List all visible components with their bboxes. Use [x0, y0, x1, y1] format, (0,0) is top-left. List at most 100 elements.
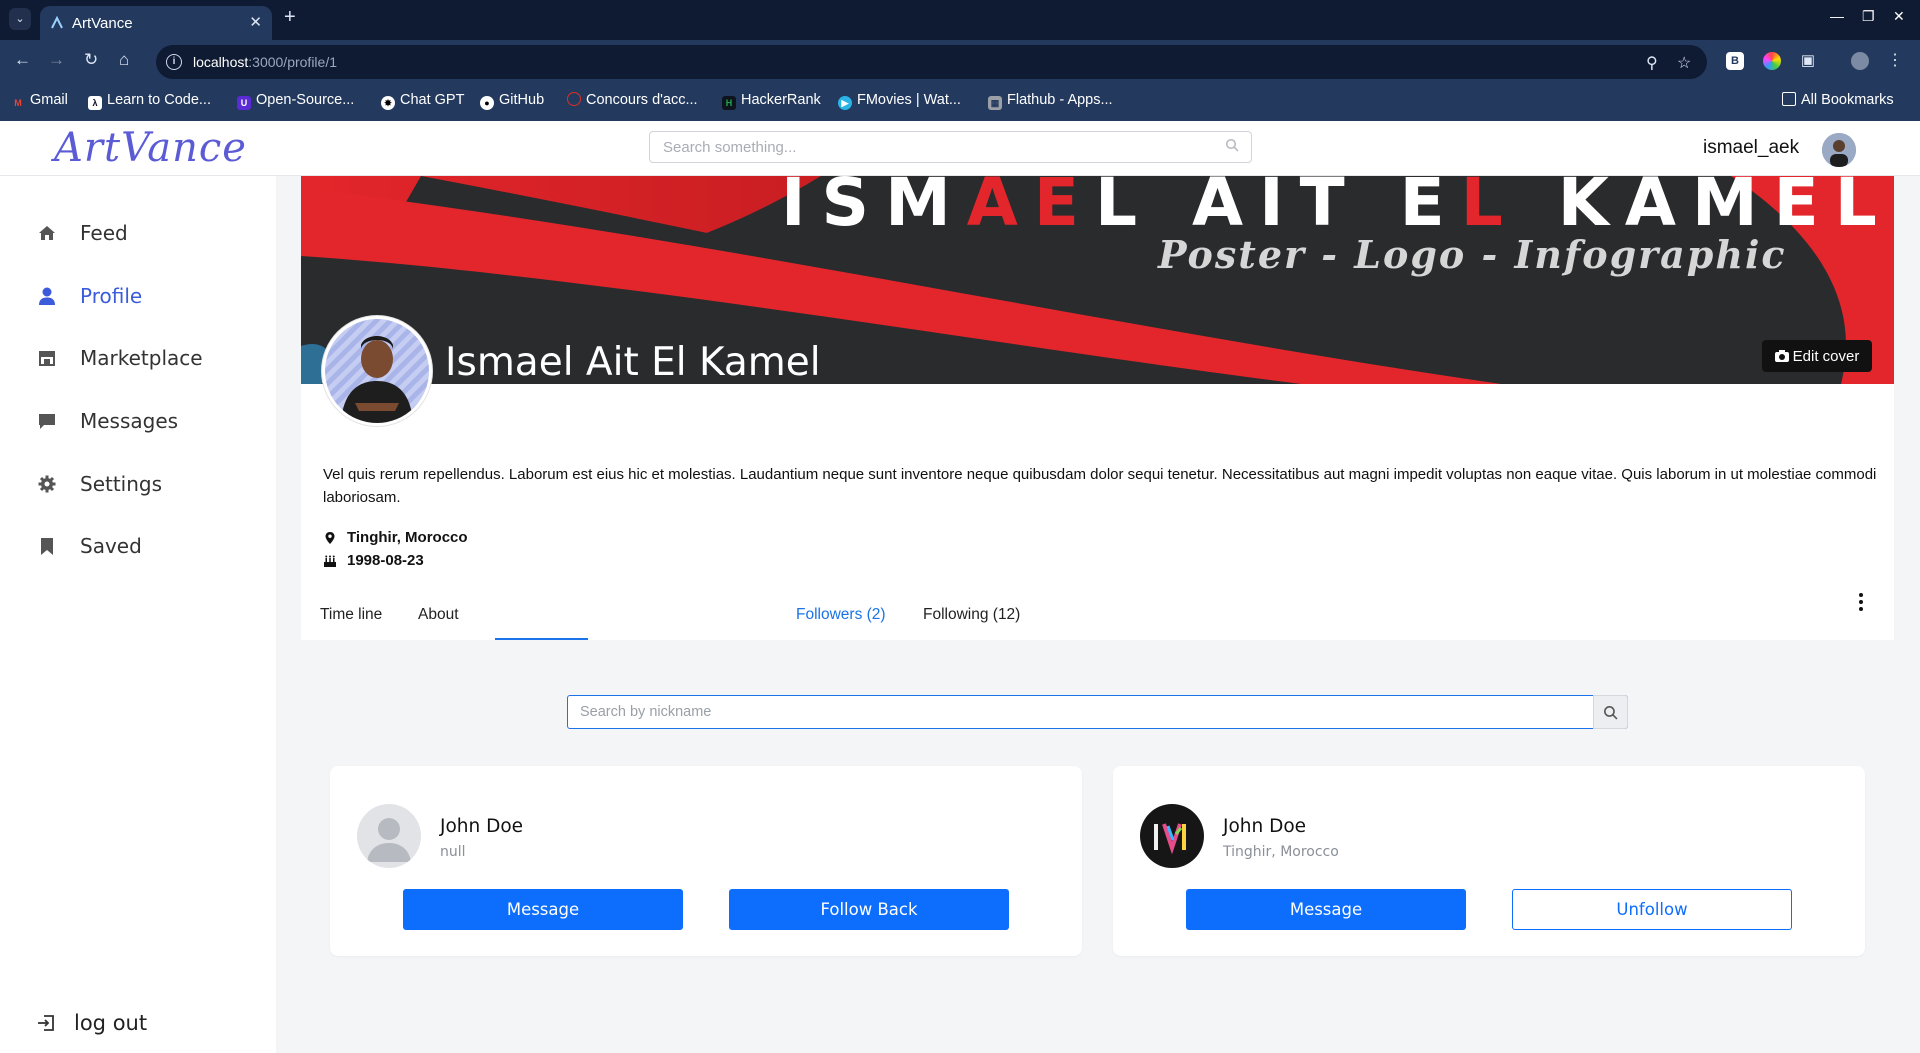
follower-avatar[interactable] — [1140, 804, 1204, 868]
tab-close-icon[interactable]: ✕ — [249, 13, 262, 31]
extension-b-icon[interactable]: B — [1726, 52, 1744, 70]
bookmark-fmovies[interactable]: ▶ FMovies | Wat... — [838, 92, 961, 110]
browser-toolbar: ← → ↻ ⌂ i localhost:3000/profile/1 ⚲ ☆ B… — [0, 40, 1920, 83]
logout-button[interactable]: log out — [36, 1011, 147, 1035]
monogram-avatar-icon — [1140, 804, 1204, 868]
sidebar-item-feed[interactable]: Feed — [36, 218, 128, 248]
sidebar-item-profile[interactable]: Profile — [36, 281, 142, 311]
follower-card: John Doe Tinghir, Morocco Message Unfoll… — [1113, 766, 1865, 956]
sidebar-item-messages[interactable]: Messages — [36, 406, 178, 436]
followers-search[interactable] — [567, 695, 1628, 729]
profile-location: Tinghir, Morocco — [323, 529, 468, 546]
chatgpt-icon: ✸ — [381, 96, 395, 110]
logout-label: log out — [74, 1011, 148, 1035]
home-button-icon[interactable]: ⌂ — [119, 50, 129, 70]
unfollow-button[interactable]: Unfollow — [1512, 889, 1792, 930]
bookmark-open-source[interactable]: U Open-Source... — [237, 92, 354, 110]
location-pin-icon — [325, 531, 335, 544]
url-text[interactable]: localhost:3000/profile/1 — [193, 54, 337, 70]
sidebar-item-label: Messages — [80, 409, 179, 433]
message-button[interactable]: Message — [403, 889, 683, 930]
tab-title: ArtVance — [72, 15, 133, 32]
tab-following[interactable]: Following (12) — [923, 606, 1020, 624]
sidebar-item-label: Marketplace — [80, 346, 203, 370]
window-close-icon[interactable]: ✕ — [1893, 8, 1905, 25]
logout-icon — [38, 1015, 54, 1031]
follow-back-button[interactable]: Follow Back — [729, 889, 1009, 930]
more-options-icon[interactable] — [1855, 591, 1867, 613]
bookmark-github[interactable]: ● GitHub — [480, 92, 544, 110]
search-icon[interactable] — [1225, 138, 1239, 152]
bookmark-flathub[interactable]: ▦ Flathub - Apps... — [988, 92, 1113, 110]
bookmark-freecodecamp[interactable]: λ Learn to Code... — [88, 92, 211, 110]
store-icon — [39, 351, 55, 366]
follower-card: John Doe null Message Follow Back — [330, 766, 1082, 956]
followers-search-button[interactable] — [1593, 695, 1628, 729]
reload-icon[interactable]: ↻ — [84, 50, 98, 70]
sidebar-item-marketplace[interactable]: Marketplace — [36, 343, 203, 373]
home-icon — [39, 226, 55, 240]
bookmark-concours[interactable]: Concours d'acc... — [567, 92, 698, 108]
back-icon[interactable]: ← — [14, 50, 31, 70]
sidebar-item-label: Feed — [80, 221, 128, 245]
profile-photo-icon — [325, 319, 429, 423]
browser-tab-strip: ⌄ ArtVance ✕ + — ❐ ✕ — [0, 0, 1920, 40]
hackerrank-icon: H — [722, 96, 736, 110]
extensions-puzzle-icon[interactable]: ▣ — [1799, 52, 1817, 70]
restore-icon[interactable]: ❐ — [1862, 8, 1875, 25]
active-tab-indicator — [495, 638, 588, 640]
browser-tab[interactable]: ArtVance ✕ — [40, 6, 272, 40]
artvance-logo[interactable]: ArtVance — [54, 125, 247, 171]
profile-avatar[interactable] — [322, 316, 432, 426]
all-bookmarks[interactable]: All Bookmarks — [1782, 92, 1894, 108]
bookmarks-bar: M Gmail λ Learn to Code... U Open-Source...… — [0, 83, 1920, 121]
forward-icon[interactable]: → — [48, 50, 65, 70]
site-info-icon[interactable]: i — [166, 54, 182, 70]
tab-followers[interactable]: Followers (2) — [796, 606, 886, 624]
tab-timeline[interactable]: Time line — [320, 606, 382, 624]
fmovies-icon: ▶ — [838, 96, 852, 110]
user-photo-icon — [1822, 133, 1856, 167]
search-icon — [1604, 705, 1618, 719]
color-picker-extension-icon[interactable] — [1763, 52, 1781, 70]
follower-name[interactable]: John Doe — [1223, 816, 1306, 837]
tab-search-button[interactable]: ⌄ — [9, 8, 31, 30]
follower-location: Tinghir, Morocco — [1223, 844, 1339, 860]
header-avatar[interactable] — [1822, 133, 1856, 167]
sidebar-item-saved[interactable]: Saved — [36, 531, 142, 561]
message-button[interactable]: Message — [1186, 889, 1466, 930]
cover-subtitle: Poster - Logo - Infographic — [1158, 232, 1787, 277]
followers-search-input[interactable] — [568, 696, 1627, 728]
profile-avatar-icon[interactable] — [1851, 52, 1869, 70]
minimize-icon[interactable]: — — [1830, 8, 1844, 24]
follower-avatar[interactable] — [357, 804, 421, 868]
sidebar: Feed Profile Marketplace Messages Settin… — [0, 176, 276, 1053]
app-header: ArtVance ismael_aek — [0, 121, 1920, 176]
github-icon: ● — [480, 96, 494, 110]
global-search-input[interactable] — [650, 132, 1251, 162]
bookmark-chatgpt[interactable]: ✸ Chat GPT — [381, 92, 464, 110]
bookmark-hackerrank[interactable]: H HackerRank — [722, 92, 821, 110]
new-tab-icon[interactable]: + — [284, 6, 296, 29]
bookmark-icon — [41, 538, 53, 555]
tab-about[interactable]: About — [418, 606, 459, 624]
browser-menu-icon[interactable]: ⋮ — [1886, 52, 1904, 70]
edit-cover-label: Edit cover — [1792, 347, 1860, 365]
edit-cover-button[interactable]: Edit cover — [1762, 340, 1872, 372]
sidebar-item-label: Saved — [80, 534, 142, 558]
address-bar[interactable]: i localhost:3000/profile/1 ⚲ ☆ — [156, 45, 1707, 79]
user-icon — [39, 287, 55, 305]
profile-name: Ismael Ait El Kamel — [445, 340, 821, 385]
bookmark-gmail[interactable]: M Gmail — [11, 92, 68, 110]
follower-name[interactable]: John Doe — [440, 816, 523, 837]
zoom-icon[interactable]: ⚲ — [1646, 53, 1658, 73]
artvance-favicon-icon — [51, 16, 63, 29]
gear-icon — [38, 475, 56, 493]
star-icon[interactable]: ☆ — [1677, 53, 1691, 73]
concours-icon — [567, 92, 581, 106]
global-search[interactable] — [649, 131, 1252, 163]
sidebar-item-settings[interactable]: Settings — [36, 469, 162, 499]
header-username[interactable]: ismael_aek — [1703, 137, 1799, 159]
birthday-cake-icon — [324, 555, 336, 567]
sidebar-item-label: Profile — [80, 284, 143, 308]
